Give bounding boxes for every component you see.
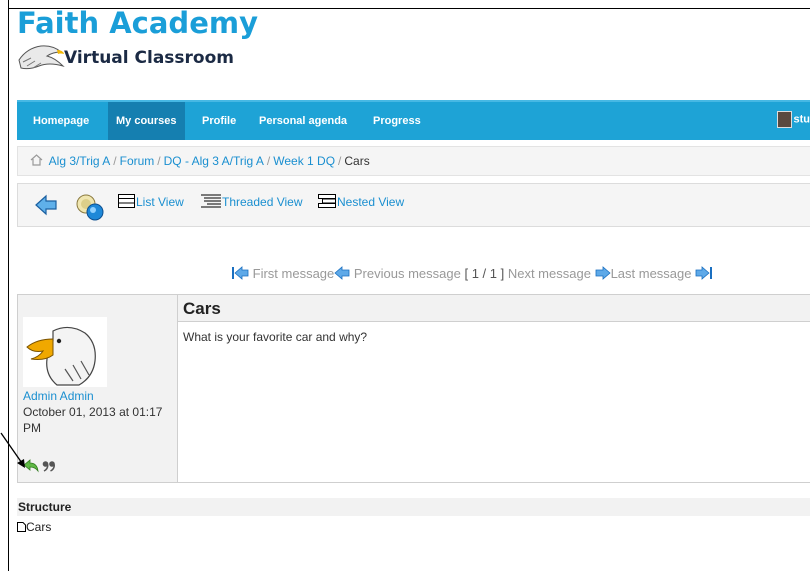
forum-toolbar: List View Threaded View Nested View — [17, 183, 810, 227]
next-message-link[interactable]: Next message — [508, 266, 591, 281]
first-icon[interactable] — [231, 266, 249, 280]
site-subtitle: Virtual Classroom — [64, 48, 234, 68]
quote-icon[interactable] — [42, 459, 56, 473]
post-author[interactable]: Admin Admin — [23, 389, 94, 403]
search-icon[interactable] — [74, 192, 106, 222]
eagle-logo-icon — [18, 45, 65, 70]
breadcrumb-forum[interactable]: Forum — [120, 154, 155, 168]
list-view-label: List View — [136, 195, 184, 209]
list-view-icon — [118, 194, 135, 208]
list-view-link[interactable]: List View — [118, 194, 184, 209]
previous-message-link[interactable]: Previous message — [354, 266, 461, 281]
post-author-panel: Admin Admin October 01, 2013 at 01:17 PM — [18, 295, 177, 482]
nav-homepage[interactable]: Homepage — [25, 102, 97, 140]
user-avatar — [776, 111, 792, 128]
breadcrumb-forum-category[interactable]: DQ - Alg 3 A/Trig A — [164, 154, 264, 168]
nested-view-label: Nested View — [337, 195, 405, 209]
forum-post: Admin Admin October 01, 2013 at 01:17 PM… — [17, 294, 810, 483]
threaded-view-icon — [201, 194, 221, 208]
author-avatar — [23, 317, 107, 387]
nav-profile[interactable]: Profile — [194, 102, 244, 140]
main-navbar: Homepage My courses Profile Personal age… — [17, 100, 810, 140]
message-pager: First message Previous message [ 1 / 1 ]… — [231, 266, 713, 281]
last-icon[interactable] — [695, 266, 713, 280]
post-content-panel: Cars What is your favorite car and why? — [177, 295, 810, 482]
document-icon — [17, 522, 26, 532]
breadcrumb-current: Cars — [344, 154, 370, 168]
post-title: Cars — [178, 295, 810, 322]
home-icon[interactable] — [30, 154, 43, 166]
breadcrumb-forum-thread[interactable]: Week 1 DQ — [273, 154, 335, 168]
nested-view-icon — [318, 194, 336, 208]
back-arrow-icon[interactable] — [34, 193, 58, 217]
nav-my-courses[interactable]: My courses — [108, 102, 185, 140]
breadcrumb: Alg 3/Trig A / Forum / DQ - Alg 3 A/Trig A / W… — [17, 146, 810, 176]
last-message-link[interactable]: Last message — [611, 266, 692, 281]
threaded-view-label: Threaded View — [222, 195, 303, 209]
pointer-arrow-annotation — [0, 432, 25, 468]
structure-item[interactable]: Cars — [17, 520, 51, 534]
nav-personal-agenda[interactable]: Personal agenda — [251, 102, 355, 140]
threaded-view-link[interactable]: Threaded View — [201, 194, 303, 209]
next-icon[interactable] — [595, 266, 611, 280]
frame-border-left — [8, 0, 9, 571]
post-body: What is your favorite car and why? — [183, 330, 368, 344]
structure-item-label: Cars — [26, 520, 52, 534]
first-message-link[interactable]: First message — [253, 266, 335, 281]
nav-progress[interactable]: Progress — [365, 102, 429, 140]
post-date: October 01, 2013 at 01:17 PM — [23, 405, 163, 435]
structure-heading: Structure — [17, 498, 810, 516]
nested-view-link[interactable]: Nested View — [318, 194, 404, 209]
user-name: stu — [793, 113, 810, 126]
previous-icon[interactable] — [334, 266, 350, 280]
user-menu[interactable]: stu — [776, 111, 810, 128]
breadcrumb-course[interactable]: Alg 3/Trig A — [49, 154, 111, 168]
message-position: [ 1 / 1 ] — [464, 266, 505, 281]
site-title: Faith Academy — [17, 6, 258, 40]
